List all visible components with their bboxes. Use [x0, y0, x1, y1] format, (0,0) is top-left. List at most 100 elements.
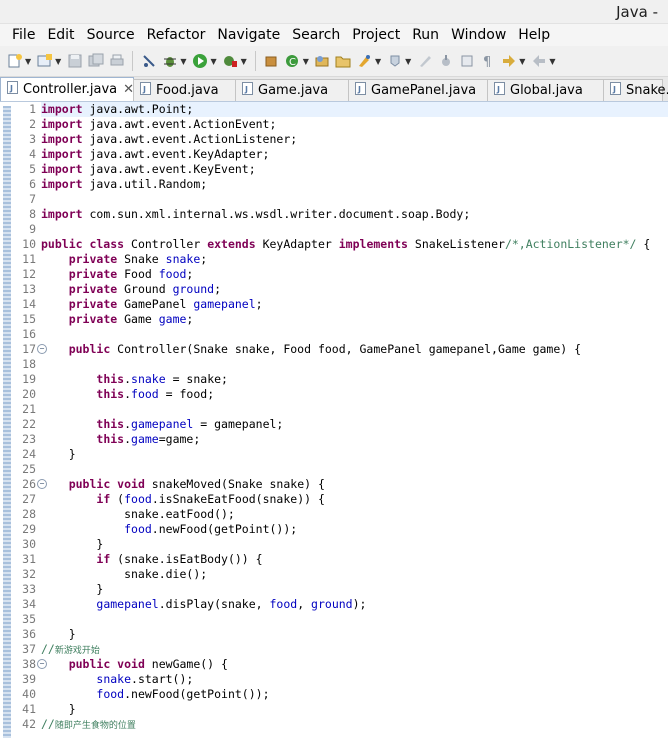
code-area[interactable]: import java.awt.Point; import java.awt.ev…: [41, 102, 668, 738]
code-line[interactable]: public Controller(Snake snake, Food food…: [41, 342, 668, 357]
external-tools-icon[interactable]: [222, 53, 239, 70]
line-number: 10: [22, 237, 36, 251]
open-folder-icon[interactable]: [335, 53, 352, 70]
new-java-package-icon[interactable]: [263, 53, 280, 70]
line-number: 41: [22, 702, 36, 716]
code-line[interactable]: private GamePanel gamepanel;: [41, 297, 668, 312]
show-block-icon[interactable]: [458, 53, 475, 70]
code-line[interactable]: [41, 612, 668, 627]
code-line[interactable]: }: [41, 537, 668, 552]
menu-project[interactable]: Project: [346, 27, 406, 43]
code-line[interactable]: private Snake snake;: [41, 252, 668, 267]
code-line[interactable]: import java.awt.Point;: [41, 102, 668, 117]
print-icon[interactable]: [108, 53, 125, 70]
code-line[interactable]: [41, 357, 668, 372]
open-type-icon[interactable]: [36, 53, 53, 70]
code-line[interactable]: private Food food;: [41, 267, 668, 282]
tab-controller-java[interactable]: J Controller.java ✕: [0, 77, 134, 101]
code-line[interactable]: import java.awt.event.ActionEvent;: [41, 117, 668, 132]
line-number: 11: [22, 252, 36, 266]
code-editor[interactable]: 1 2 3 4 5 6 7 8 9 10 11 12 13 14 15 16 17−18 19 20 21 22 23 24…: [0, 102, 668, 738]
new-icon[interactable]: [6, 53, 23, 70]
code-line[interactable]: [41, 402, 668, 417]
menu-help[interactable]: Help: [512, 27, 556, 43]
run-dropdown-icon[interactable]: ▼: [210, 57, 216, 66]
run-icon[interactable]: [191, 53, 208, 70]
code-line[interactable]: import java.awt.event.ActionListener;: [41, 132, 668, 147]
search-icon[interactable]: [356, 53, 373, 70]
code-line[interactable]: if (food.isSnakeEatFood(snake)) {: [41, 492, 668, 507]
open-type-hierarchy-icon[interactable]: [314, 53, 331, 70]
code-line[interactable]: public void newGame() {: [41, 657, 668, 672]
annotation-next-icon[interactable]: [386, 53, 403, 70]
code-line[interactable]: import java.awt.event.KeyEvent;: [41, 162, 668, 177]
tab-game-java[interactable]: J Game.java: [235, 79, 349, 101]
code-line[interactable]: food.newFood(getPoint());: [41, 687, 668, 702]
annotation-dropdown-icon[interactable]: ▼: [405, 57, 411, 66]
editor-tabs: J Controller.java ✕ J Food.java J Game.java J Ga…: [0, 77, 668, 102]
code-line[interactable]: if (snake.isEatBody()) {: [41, 552, 668, 567]
tab-food-java[interactable]: J Food.java: [133, 79, 236, 101]
code-line[interactable]: private Ground ground;: [41, 282, 668, 297]
code-line[interactable]: this.gamepanel = gamepanel;: [41, 417, 668, 432]
external-tools-dropdown-icon[interactable]: ▼: [241, 57, 247, 66]
tab-gamepanel-java[interactable]: J GamePanel.java: [348, 79, 488, 101]
code-line[interactable]: food.newFood(getPoint());: [41, 522, 668, 537]
code-line[interactable]: [41, 462, 668, 477]
new-java-class-icon[interactable]: C: [284, 53, 301, 70]
menu-edit[interactable]: Edit: [41, 27, 80, 43]
debug-dropdown-icon[interactable]: ▼: [180, 57, 186, 66]
new-dropdown-icon[interactable]: ▼: [25, 57, 31, 66]
code-line[interactable]: snake.eatFood();: [41, 507, 668, 522]
code-line[interactable]: this.game=game;: [41, 432, 668, 447]
back-dropdown-icon[interactable]: ▼: [549, 57, 555, 66]
code-line[interactable]: }: [41, 702, 668, 717]
code-line[interactable]: this.food = food;: [41, 387, 668, 402]
code-line[interactable]: gamepanel.disPlay(snake, food, ground);: [41, 597, 668, 612]
save-all-icon[interactable]: [87, 53, 104, 70]
next-edit-dropdown-icon[interactable]: ▼: [519, 57, 525, 66]
code-line[interactable]: }: [41, 447, 668, 462]
code-line[interactable]: //随即产生食物的位置: [41, 717, 668, 732]
menu-refactor[interactable]: Refactor: [141, 27, 212, 43]
code-line[interactable]: [41, 192, 668, 207]
code-line[interactable]: private Game game;: [41, 312, 668, 327]
code-line[interactable]: import java.util.Random;: [41, 177, 668, 192]
code-line[interactable]: //新游戏开始: [41, 642, 668, 657]
toggle-whitespace-icon[interactable]: [437, 53, 454, 70]
open-dropdown-icon[interactable]: ▼: [55, 57, 61, 66]
tab-snake[interactable]: J Snake.: [603, 79, 668, 101]
menu-search[interactable]: Search: [286, 27, 346, 43]
debug-icon[interactable]: [161, 53, 178, 70]
save-icon[interactable]: [66, 53, 83, 70]
code-line[interactable]: [41, 327, 668, 342]
code-line[interactable]: public class Controller extends KeyAdapt…: [41, 237, 668, 252]
menu-source[interactable]: Source: [81, 27, 141, 43]
menu-run[interactable]: Run: [406, 27, 445, 43]
tab-global-java[interactable]: J Global.java: [487, 79, 604, 101]
code-line[interactable]: import com.sun.xml.internal.ws.wsdl.writ…: [41, 207, 668, 222]
line-number: 25: [22, 462, 36, 476]
code-line[interactable]: public void snakeMoved(Snake snake) {: [41, 477, 668, 492]
next-edit-icon[interactable]: [500, 53, 517, 70]
skip-breakpoints-icon[interactable]: [140, 53, 157, 70]
code-line[interactable]: [41, 222, 668, 237]
code-line[interactable]: }: [41, 582, 668, 597]
pilcrow-icon[interactable]: ¶: [479, 53, 496, 70]
new-class-dropdown-icon[interactable]: ▼: [303, 57, 309, 66]
back-icon[interactable]: [530, 53, 547, 70]
code-line[interactable]: snake.die();: [41, 567, 668, 582]
code-line[interactable]: }: [41, 627, 668, 642]
title-bar: Java -: [0, 0, 668, 24]
code-line[interactable]: import java.awt.event.KeyAdapter;: [41, 147, 668, 162]
code-line[interactable]: snake.start();: [41, 672, 668, 687]
code-line[interactable]: this.snake = snake;: [41, 372, 668, 387]
menu-navigate[interactable]: Navigate: [211, 27, 286, 43]
menu-file[interactable]: File: [6, 27, 41, 43]
line-number: 7: [29, 192, 36, 206]
menu-window[interactable]: Window: [445, 27, 512, 43]
toggle-mark-icon[interactable]: [416, 53, 433, 70]
line-number: 30: [22, 537, 36, 551]
tab-label: Food.java: [156, 83, 219, 98]
search-dropdown-icon[interactable]: ▼: [375, 57, 381, 66]
